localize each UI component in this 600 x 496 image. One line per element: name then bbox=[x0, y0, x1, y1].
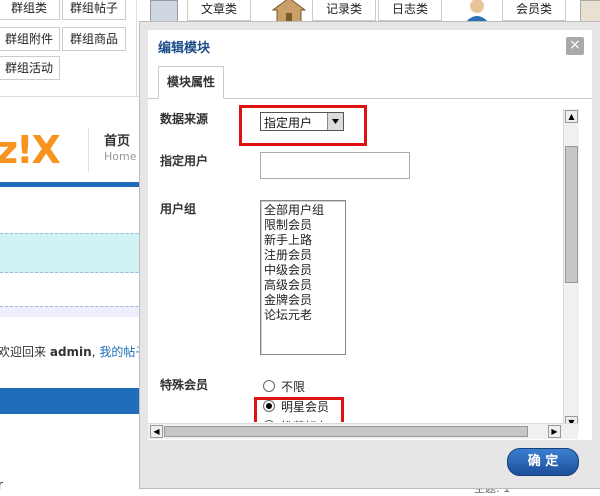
user-group-option[interactable]: 高级会员 bbox=[264, 278, 324, 293]
horizontal-scrollbar[interactable]: ◀ ▶ bbox=[148, 423, 578, 439]
group-activities-button[interactable]: 群组活动 bbox=[0, 56, 60, 80]
user-group-option[interactable]: 新手上路 bbox=[264, 233, 324, 248]
specified-user-input[interactable] bbox=[260, 152, 410, 179]
user-group-option[interactable]: 论坛元老 bbox=[264, 308, 324, 323]
welcome-username[interactable]: admin bbox=[50, 345, 92, 359]
calendar-icon bbox=[580, 0, 600, 22]
divider bbox=[136, 0, 137, 96]
dialog-body: 编辑模块 × 模块属性 数据来源 指定用户 指定用户 用户组 全部用户组 限制会员… bbox=[148, 30, 592, 480]
specified-user-label: 指定用户 bbox=[160, 154, 209, 168]
chevron-down-icon[interactable] bbox=[327, 113, 343, 130]
scroll-left-icon[interactable]: ◀ bbox=[150, 425, 163, 438]
group-attachments-button[interactable]: 群组附件 bbox=[0, 27, 60, 51]
dialog-title: 编辑模块 bbox=[158, 41, 211, 56]
star-member-highlight bbox=[254, 397, 344, 422]
data-source-label: 数据来源 bbox=[160, 112, 209, 126]
confirm-button[interactable]: 确 定 bbox=[507, 448, 579, 476]
divider bbox=[88, 128, 89, 172]
tab-module-properties[interactable]: 模块属性 bbox=[158, 66, 224, 99]
category-record-button[interactable]: 记录类 bbox=[312, 0, 376, 21]
user-group-listbox[interactable]: 全部用户组 限制会员 新手上路 注册会员 中级会员 高级会员 金牌会员 论坛元老 bbox=[260, 200, 346, 355]
h-scrollbar-thumb[interactable] bbox=[164, 426, 528, 437]
data-source-select[interactable]: 指定用户 bbox=[260, 112, 344, 131]
form-area: 数据来源 指定用户 指定用户 用户组 全部用户组 限制会员 新手上路 注册会员 中级会员… bbox=[148, 100, 576, 422]
table-icon bbox=[150, 0, 178, 22]
site-logo[interactable]: z!X bbox=[0, 128, 61, 172]
scroll-right-icon[interactable]: ▶ bbox=[548, 425, 561, 438]
user-group-option[interactable]: 注册会员 bbox=[264, 248, 324, 263]
member-icon bbox=[462, 0, 492, 24]
house-icon bbox=[271, 0, 307, 25]
user-group-option[interactable]: 中级会员 bbox=[264, 263, 324, 278]
nav-home-subtitle: Home bbox=[104, 150, 137, 163]
group-type-button[interactable]: 群组类 bbox=[0, 0, 60, 20]
user-group-option[interactable]: 限制会员 bbox=[264, 218, 324, 233]
category-member-button[interactable]: 会员类 bbox=[502, 0, 566, 21]
footer-letter: r bbox=[0, 478, 3, 492]
vertical-scrollbar[interactable]: ▲ ▼ bbox=[563, 109, 579, 431]
edit-module-dialog: 编辑模块 × 模块属性 数据来源 指定用户 指定用户 用户组 全部用户组 限制会员… bbox=[140, 22, 600, 488]
user-group-label: 用户组 bbox=[160, 202, 197, 216]
user-group-option[interactable]: 金牌会员 bbox=[264, 293, 324, 308]
group-goods-button[interactable]: 群组商品 bbox=[62, 27, 126, 51]
data-source-value: 指定用户 bbox=[264, 116, 313, 130]
category-blog-button[interactable]: 日志类 bbox=[378, 0, 442, 21]
nav-home-title[interactable]: 首页 bbox=[104, 130, 130, 149]
category-article-button[interactable]: 文章类 bbox=[187, 0, 251, 21]
group-posts-button[interactable]: 群组帖子 bbox=[62, 0, 126, 20]
scrollbar-thumb[interactable] bbox=[565, 146, 578, 283]
welcome-prefix: 欢迎回来 bbox=[0, 345, 47, 359]
close-icon[interactable]: × bbox=[566, 37, 584, 55]
special-member-label: 特殊会员 bbox=[160, 378, 209, 392]
special-member-option-label: 不限 bbox=[281, 380, 306, 394]
radio-button[interactable] bbox=[263, 380, 275, 392]
scroll-up-icon[interactable]: ▲ bbox=[565, 110, 578, 123]
user-group-option[interactable]: 全部用户组 bbox=[264, 203, 324, 218]
